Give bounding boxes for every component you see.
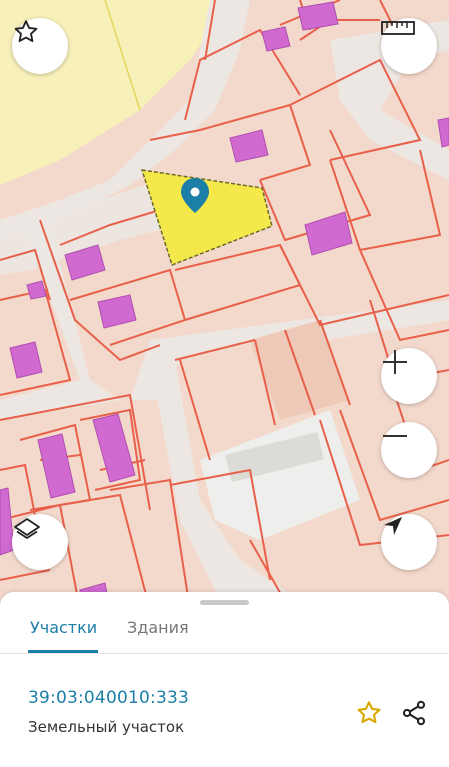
- sheet-drag-handle[interactable]: [200, 600, 249, 605]
- favorite-map-button[interactable]: [12, 18, 68, 74]
- tab-bar: Участки Здания: [0, 606, 449, 654]
- star-outline-icon: [357, 701, 381, 724]
- ruler-icon: [381, 21, 415, 35]
- tab-buildings[interactable]: Здания: [127, 612, 189, 654]
- layers-button[interactable]: [12, 514, 68, 570]
- measure-button[interactable]: [381, 18, 437, 74]
- add-favorite-button[interactable]: [352, 696, 386, 730]
- zoom-in-button[interactable]: [381, 348, 437, 404]
- tab-parcels[interactable]: Участки: [30, 612, 97, 654]
- share-button[interactable]: [397, 696, 431, 730]
- my-location-button[interactable]: [381, 514, 437, 570]
- zoom-out-button[interactable]: [381, 422, 437, 478]
- navigation-arrow-icon: [384, 517, 402, 535]
- plus-icon: [383, 350, 407, 374]
- cadastral-number[interactable]: 39:03:040010:333: [28, 688, 189, 708]
- share-icon: [402, 700, 426, 726]
- map-view[interactable]: [0, 0, 449, 610]
- bottom-sheet[interactable]: Участки Здания 39:03:040010:333 Земельны…: [0, 592, 449, 767]
- layers-icon: [14, 518, 40, 539]
- parcel-type-label: Земельный участок: [28, 718, 185, 736]
- star-icon: [14, 20, 38, 43]
- active-tab-indicator: [28, 650, 98, 653]
- minus-icon: [383, 435, 407, 437]
